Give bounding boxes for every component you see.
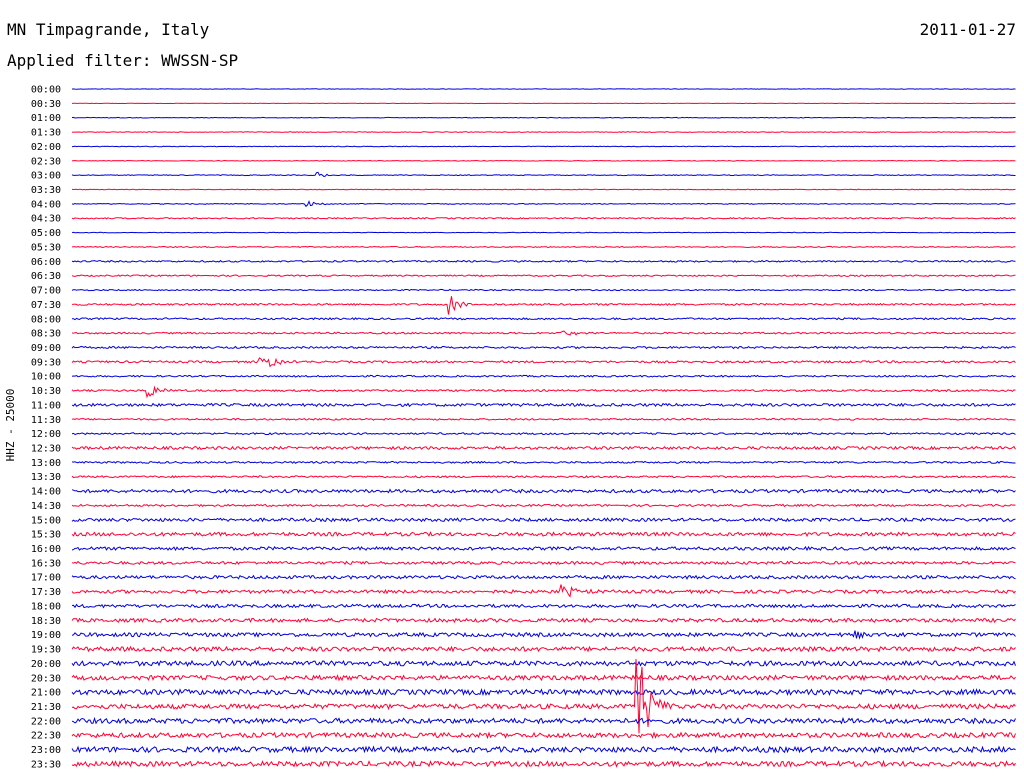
trace-line [71, 630, 1016, 640]
row-label: 22:00 [31, 716, 61, 727]
trace-line [71, 584, 1016, 598]
trace-line [71, 345, 1016, 350]
trace-line [71, 357, 1016, 368]
trace-line [71, 288, 1016, 292]
row-label: 08:30 [31, 329, 61, 340]
row-label: 07:00 [31, 286, 61, 297]
trace-line [71, 488, 1016, 494]
row-label: 11:30 [31, 415, 61, 426]
row-label: 19:30 [31, 645, 61, 656]
trace-line [71, 432, 1016, 436]
row-label: 08:00 [31, 314, 61, 325]
row-label: 17:30 [31, 587, 61, 598]
row-label: 06:30 [31, 271, 61, 282]
row-label: 10:30 [31, 386, 61, 397]
row-label: 13:00 [31, 458, 61, 469]
trace-line [71, 417, 1016, 421]
row-label: 12:00 [31, 429, 61, 440]
row-label: 07:30 [31, 300, 61, 311]
trace-line [71, 759, 1016, 768]
y-axis-label: HHZ - 25000 [4, 389, 17, 462]
trace-line [71, 159, 1016, 162]
trace-line [71, 531, 1016, 538]
row-label: 20:00 [31, 659, 61, 670]
row-label: 14:30 [31, 501, 61, 512]
trace-line [71, 503, 1016, 508]
row-label: 13:30 [31, 472, 61, 483]
row-label: 15:30 [31, 530, 61, 541]
trace-line [71, 603, 1016, 609]
trace-line [71, 674, 1016, 682]
trace-line [71, 171, 1016, 178]
seismogram-chart: 00:00 00:30 01:00 01:30 02:00 02:30 03:00 03:30… [4, 85, 1016, 771]
trace-line [71, 475, 1016, 479]
trace-line [71, 188, 1016, 191]
row-label: 00:00 [31, 85, 61, 96]
trace-line [71, 217, 1016, 220]
trace-line [71, 688, 1016, 697]
row-label: 11:00 [31, 400, 61, 411]
trace-line [71, 385, 1016, 399]
trace-line [71, 545, 1016, 552]
trace-line [71, 716, 1016, 725]
trace-line [71, 445, 1016, 451]
trace-line [71, 460, 1016, 464]
row-label: 09:30 [31, 357, 61, 368]
row-label: 06:00 [31, 257, 61, 268]
trace-group [71, 88, 1016, 768]
row-label: 00:30 [31, 99, 61, 110]
row-label-group: 00:00 00:30 01:00 01:30 02:00 02:30 03:00 03:30… [31, 85, 61, 771]
row-label: 02:00 [31, 142, 61, 153]
row-label: 04:00 [31, 199, 61, 210]
row-label: 10:00 [31, 372, 61, 383]
row-label: 17:00 [31, 573, 61, 584]
row-label: 01:30 [31, 128, 61, 139]
trace-line [71, 645, 1016, 653]
trace-line [71, 200, 1016, 208]
row-label: 12:30 [31, 444, 61, 455]
trace-line [71, 259, 1016, 263]
row-label: 02:30 [31, 156, 61, 167]
row-label: 05:30 [31, 242, 61, 253]
row-label: 20:30 [31, 673, 61, 684]
trace-line [71, 617, 1016, 624]
row-label: 23:00 [31, 745, 61, 756]
row-label: 16:30 [31, 558, 61, 569]
row-label: 15:00 [31, 515, 61, 526]
row-label: 04:30 [31, 214, 61, 225]
trace-line [71, 245, 1016, 249]
row-label: 18:30 [31, 616, 61, 627]
trace-line [71, 296, 1016, 315]
row-label: 18:00 [31, 601, 61, 612]
row-label: 01:00 [31, 113, 61, 124]
row-label: 05:00 [31, 228, 61, 239]
row-label: 03:00 [31, 171, 61, 182]
trace-line [71, 330, 1016, 336]
trace-line [71, 659, 1016, 668]
row-label: 21:00 [31, 688, 61, 699]
row-label: 21:30 [31, 702, 61, 713]
trace-line [71, 317, 1016, 321]
trace-line [71, 274, 1016, 277]
trace-line [71, 374, 1016, 378]
trace-line [71, 731, 1016, 740]
row-label: 16:00 [31, 544, 61, 555]
trace-line [71, 745, 1016, 754]
trace-line [71, 574, 1016, 580]
row-label: 23:30 [31, 759, 61, 770]
trace-line [71, 231, 1016, 234]
row-label: 09:00 [31, 343, 61, 354]
row-label: 14:00 [31, 487, 61, 498]
trace-line [71, 517, 1016, 523]
trace-line [71, 116, 1016, 119]
trace-line [71, 131, 1016, 133]
row-label: 19:00 [31, 630, 61, 641]
row-label: 22:30 [31, 731, 61, 742]
trace-line [71, 145, 1016, 148]
trace-line [71, 560, 1016, 566]
row-label: 03:30 [31, 185, 61, 196]
trace-line [71, 402, 1016, 408]
